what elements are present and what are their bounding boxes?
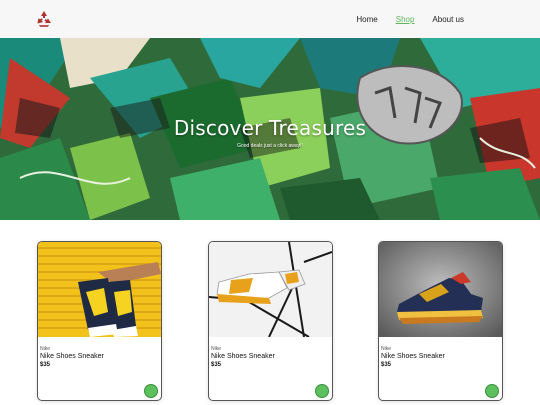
add-to-cart-icon[interactable]	[144, 384, 158, 398]
product-name[interactable]: Nike Shoes Sneaker	[211, 353, 275, 360]
product-name[interactable]: Nike Shoes Sneaker	[381, 353, 445, 360]
product-card[interactable]: Nike Nike Shoes Sneaker $35	[37, 241, 162, 401]
nav-home-link[interactable]: Home	[356, 15, 377, 24]
product-card[interactable]: Nike Nike Shoes Sneaker $35	[378, 241, 503, 401]
product-brand: Nike	[40, 346, 51, 352]
product-card[interactable]: Nike Nike Shoes Sneaker $35	[208, 241, 333, 401]
nav-about-link[interactable]: About us	[432, 15, 464, 24]
navbar: Home Shop About us	[0, 0, 540, 38]
product-image[interactable]	[379, 242, 502, 337]
product-price: $35	[381, 362, 392, 368]
product-name[interactable]: Nike Shoes Sneaker	[40, 353, 104, 360]
add-to-cart-icon[interactable]	[315, 384, 329, 398]
hero-subtitle: Good deals just a click away!!	[237, 143, 303, 149]
product-price: $35	[211, 362, 222, 368]
add-to-cart-icon[interactable]	[485, 384, 499, 398]
recycle-icon[interactable]	[34, 9, 54, 29]
product-image[interactable]	[209, 242, 332, 337]
nav-shop-link[interactable]: Shop	[396, 15, 415, 24]
product-price: $35	[40, 362, 51, 368]
main-menu: Home Shop About us	[356, 0, 464, 38]
hero-title: Discover Treasures	[173, 116, 367, 140]
product-brand: Nike	[211, 346, 222, 352]
product-image[interactable]	[38, 242, 161, 337]
product-brand: Nike	[381, 346, 392, 352]
hero-banner: Discover Treasures Good deals just a cli…	[0, 38, 540, 220]
